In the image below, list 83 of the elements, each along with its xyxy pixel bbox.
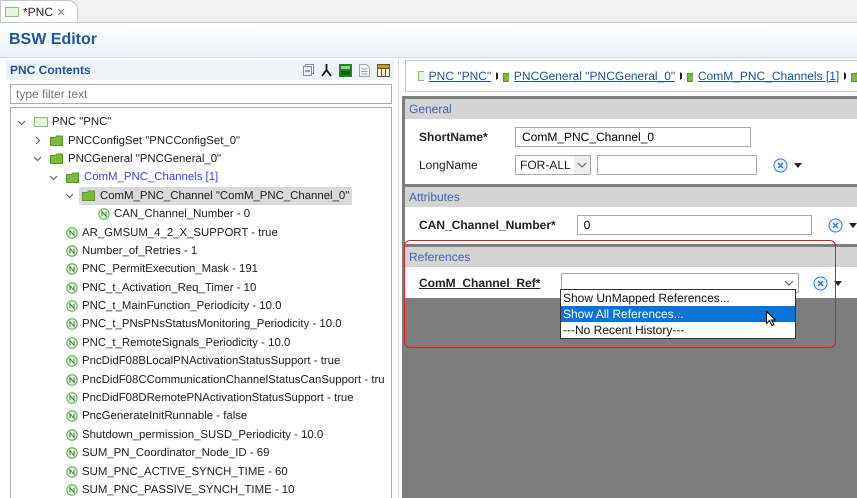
caret-icon[interactable] <box>794 162 802 168</box>
parameter-icon <box>66 428 78 441</box>
reset-icon[interactable] <box>828 218 844 232</box>
parameter-icon <box>66 226 78 239</box>
module-icon <box>418 71 424 81</box>
field-label: CAN_Channel_Number* <box>419 218 557 232</box>
parameter-icon <box>66 374 78 386</box>
folder-icon <box>50 153 64 164</box>
panel-title: PNC Contents <box>10 63 91 77</box>
parameter-icon <box>66 484 78 496</box>
editor-title: BSW Editor <box>9 31 97 49</box>
folder-icon <box>66 172 80 183</box>
caret-icon[interactable] <box>849 222 857 228</box>
parameter-icon <box>66 410 78 422</box>
document-icon[interactable] <box>359 64 370 76</box>
tree-item[interactable]: PNCGeneral "PNCGeneral_0" <box>47 150 224 168</box>
section-header: General <box>405 99 857 119</box>
tree-item[interactable]: Shutdown_permission_SUSD_Periodicity - 10.0 <box>63 426 326 444</box>
folder-icon <box>503 70 509 82</box>
attribute-field[interactable]: 0 <box>576 215 812 235</box>
tree-item[interactable]: PncDidF08BLocalPNActivationStatusSupport - true <box>63 352 344 370</box>
field-label: ShortName* <box>419 130 489 144</box>
tree-item[interactable]: ComM_PNC_Channels [1] <box>63 168 222 186</box>
collapse-all-icon[interactable] <box>303 64 314 76</box>
parameter-icon <box>66 300 78 312</box>
breadcrumb-link[interactable]: ComM_PNC_Channels [1] <box>698 69 840 83</box>
tree-item[interactable]: PNC_t_PNsPNsStatusMonitoring_Periodicity - 10.0 <box>63 315 345 334</box>
editor-tab[interactable]: *PNC <box>0 0 78 22</box>
parameter-icon <box>66 336 78 349</box>
module-icon <box>5 6 19 16</box>
tree-item[interactable]: PNC "PNC" <box>31 113 114 132</box>
folder-icon <box>851 70 857 82</box>
short-name-field[interactable]: ComM_PNC_Channel_0 <box>515 127 751 147</box>
parameter-icon <box>66 282 78 294</box>
tree-item[interactable]: SUM_PNC_PASSIVE_SYNCH_TIME - 10 <box>63 481 298 498</box>
parameter-icon <box>66 392 78 404</box>
tree-item[interactable]: PNC_t_Activation_Req_Timer - 10 <box>63 278 260 297</box>
reset-icon[interactable] <box>773 158 788 172</box>
section-header: Attributes <box>405 187 857 207</box>
section-header: References <box>405 247 857 267</box>
parameter-icon <box>66 318 78 330</box>
field-label: LongName <box>419 158 479 172</box>
tab-title: *PNC <box>23 4 54 18</box>
parameter-icon <box>98 208 110 220</box>
tree-item[interactable]: PNC_PermitExecution_Mask - 191 <box>63 260 261 278</box>
breadcrumb-link[interactable]: PNC "PNC" <box>428 69 492 83</box>
tree-item[interactable]: PNC_t_RemoteSignals_Periodicity - 10.0 <box>63 334 294 352</box>
tree-item[interactable]: AR_GMSUM_4_2_X_SUPPORT - true <box>63 224 281 242</box>
tree-item[interactable]: PNC_t_MainFunction_Periodicity - 10.0 <box>63 297 284 316</box>
parameter-icon <box>66 447 78 460</box>
language-dropdown[interactable]: FOR-ALL <box>515 155 591 175</box>
folder-icon <box>82 190 96 202</box>
menu-option[interactable]: Show All References... <box>561 306 795 322</box>
close-icon[interactable] <box>57 8 66 16</box>
table-icon[interactable] <box>377 64 390 76</box>
separator-icon <box>844 72 846 80</box>
filter-field[interactable]: type filter text <box>10 84 392 104</box>
folder-icon <box>687 70 693 82</box>
reset-icon[interactable] <box>813 276 828 290</box>
tree-item[interactable]: SUM_PN_Coordinator_Node_ID - 69 <box>63 444 272 462</box>
long-name-field[interactable] <box>597 155 757 175</box>
fork-icon[interactable] <box>321 64 332 76</box>
tree-item[interactable]: PncGenerateInitRunnable - false <box>63 407 250 426</box>
tree-item[interactable]: PncDidF08DRemotePNActivationStatusSupport - true <box>63 389 357 408</box>
tree-item[interactable]: ComM_PNC_Channel "ComM_PNC_Channel_0" <box>79 186 352 205</box>
caret-icon[interactable] <box>834 280 842 286</box>
separator-icon <box>496 72 498 80</box>
parameter-icon <box>66 263 78 276</box>
tree-item[interactable]: Number_of_Retries - 1 <box>63 242 200 260</box>
tree-item[interactable]: PNCConfigSet "PNCConfigSet_0" <box>47 132 244 150</box>
mouse-pointer-icon <box>766 311 776 326</box>
separator-icon <box>680 72 682 80</box>
module-icon <box>34 117 48 128</box>
parameter-icon <box>66 355 78 368</box>
resource-icon[interactable] <box>339 64 352 76</box>
tree-item[interactable]: CAN_Channel_Number - 0 <box>95 205 254 224</box>
tree-item[interactable]: SUM_PNC_ACTIVE_SYNCH_TIME - 60 <box>63 462 291 481</box>
parameter-icon <box>66 244 78 257</box>
folder-icon <box>50 135 64 146</box>
parameter-icon <box>66 466 78 478</box>
field-label: ComM_Channel_Ref* <box>419 276 542 290</box>
tree-item[interactable]: PncDidF08CCommunicationChannelStatusCanSupport - tru <box>63 370 388 389</box>
breadcrumb-link[interactable]: PNCGeneral "PNCGeneral_0" <box>514 69 676 83</box>
